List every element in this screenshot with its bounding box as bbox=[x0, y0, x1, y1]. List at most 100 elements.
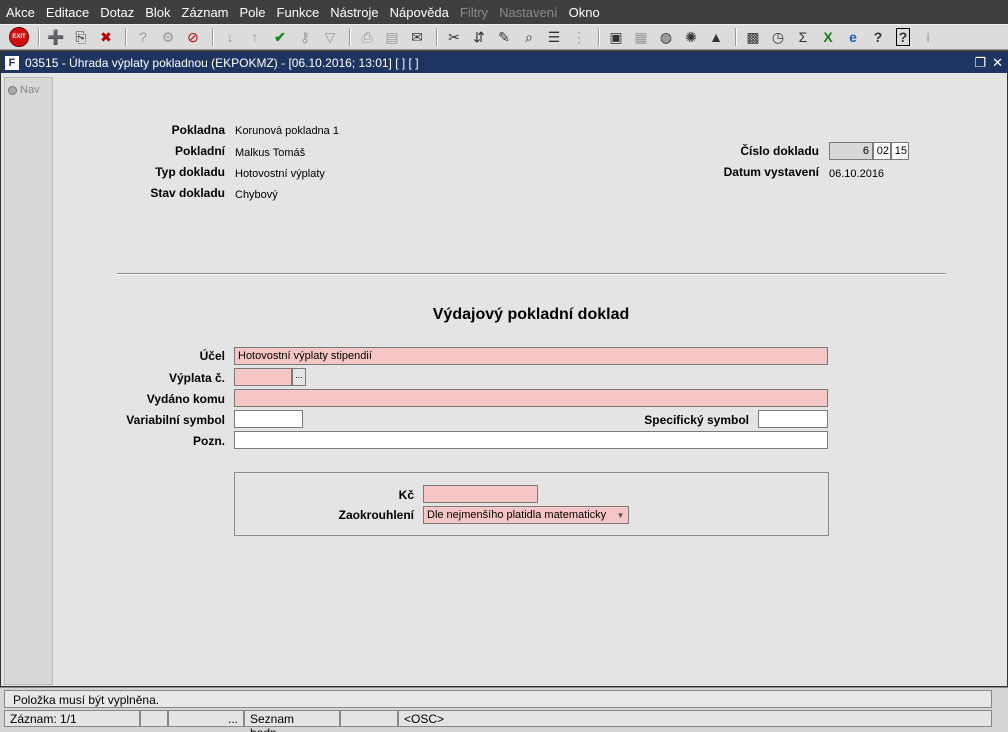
save-button[interactable]: ✔ bbox=[269, 27, 291, 47]
mail-button[interactable]: ✉ bbox=[406, 27, 428, 47]
menu-akce[interactable]: Akce bbox=[6, 5, 35, 20]
find-icon: ⌕ bbox=[525, 28, 533, 45]
cut-button[interactable]: ✂ bbox=[443, 27, 465, 47]
nav-tab[interactable]: Nav bbox=[5, 78, 52, 96]
menu-nastroje[interactable]: Nástroje bbox=[330, 5, 378, 20]
ie-button[interactable]: e bbox=[842, 27, 864, 47]
chevron-down-icon: ▼ bbox=[616, 511, 625, 520]
toolbar-separator bbox=[125, 28, 127, 46]
help-button[interactable]: ? bbox=[867, 27, 889, 47]
status-row: Záznam: 1/1 ... Seznam hodn... <OSC> bbox=[4, 710, 1004, 732]
menu-editace[interactable]: Editace bbox=[46, 5, 89, 20]
datum-vystaveni-value: 06.10.2016 bbox=[829, 168, 885, 180]
query-cancel-button[interactable]: ⊘ bbox=[182, 27, 204, 47]
sum-icon: Σ bbox=[798, 29, 808, 45]
kc-field[interactable] bbox=[423, 485, 538, 503]
sum-button[interactable]: Σ bbox=[792, 27, 814, 47]
menu-okno[interactable]: Okno bbox=[569, 5, 600, 20]
edit-button[interactable]: ✎ bbox=[493, 27, 515, 47]
add-record-button[interactable]: ➕ bbox=[45, 27, 67, 47]
query-icon: ? bbox=[139, 29, 147, 45]
menu-pole[interactable]: Pole bbox=[240, 5, 266, 20]
menu-funkce[interactable]: Funkce bbox=[277, 5, 320, 20]
clock-button[interactable]: ◷ bbox=[767, 27, 789, 47]
app-icon: F bbox=[5, 55, 19, 70]
query-button[interactable]: ? bbox=[132, 27, 154, 47]
vydano-komu-field[interactable] bbox=[234, 389, 828, 407]
copy-record-button[interactable]: ⎘ bbox=[70, 27, 92, 47]
sort-desc-button[interactable]: ↑ bbox=[244, 27, 266, 47]
vyplata-label: Výplata č. bbox=[168, 371, 225, 385]
toolbar-separator bbox=[735, 28, 737, 46]
whats-this-button[interactable]: ? bbox=[892, 27, 914, 47]
ucel-field[interactable]: Hotovostní výplaty stipendií bbox=[234, 347, 828, 365]
close-icon[interactable]: ✕ bbox=[992, 55, 1003, 71]
list-button[interactable]: ☰ bbox=[543, 27, 565, 47]
save-check-icon: ✔ bbox=[274, 28, 286, 45]
pokladni-value: Malkus Tomáš bbox=[235, 147, 306, 159]
vyplata-lov-button[interactable]: ... bbox=[292, 368, 306, 386]
list-icon: ☰ bbox=[547, 28, 561, 45]
print-setup-button[interactable]: ▤ bbox=[381, 27, 403, 47]
report-icon: ▩ bbox=[746, 28, 760, 45]
menu-zaznam[interactable]: Záznam bbox=[182, 5, 229, 20]
menu-napoveda[interactable]: Nápověda bbox=[390, 5, 449, 20]
toolbar-separator bbox=[598, 28, 600, 46]
menu-nastaveni[interactable]: Nastavení bbox=[499, 5, 558, 20]
amount-box bbox=[234, 472, 829, 536]
info-button[interactable]: i bbox=[917, 27, 939, 47]
calc-button[interactable]: ▦ bbox=[630, 27, 652, 47]
cut-icon: ✂ bbox=[448, 28, 460, 45]
paste-button[interactable]: ⇵ bbox=[468, 27, 490, 47]
status-message: Položka musí být vyplněna. bbox=[4, 690, 992, 708]
vyplata-field[interactable] bbox=[234, 368, 292, 386]
delete-record-button[interactable]: ✖ bbox=[95, 27, 117, 47]
sort-asc-button[interactable]: ↓ bbox=[219, 27, 241, 47]
tree-button[interactable]: ⋮ bbox=[568, 27, 590, 47]
excel-button[interactable]: X bbox=[817, 27, 839, 47]
restore-icon[interactable]: ❐ bbox=[974, 55, 986, 71]
doc-button[interactable]: ▣ bbox=[605, 27, 627, 47]
status-bar: Položka musí být vyplněna. Záznam: 1/1 .… bbox=[0, 687, 1008, 732]
cislo-dokladu-part3[interactable]: 15 bbox=[891, 142, 909, 160]
poznamka-field[interactable] bbox=[234, 431, 828, 449]
pokladna-label: Pokladna bbox=[171, 123, 225, 137]
mail-icon: ✉ bbox=[411, 28, 423, 45]
window-title: 03515 - Úhrada výplaty pokladnou (EKPOKM… bbox=[25, 55, 419, 70]
sort-asc-icon: ↓ bbox=[226, 29, 234, 45]
menu-dotaz[interactable]: Dotaz bbox=[100, 5, 134, 20]
menu-bar: Akce Editace Dotaz Blok Záznam Pole Funkce Nást… bbox=[0, 0, 1008, 24]
zaokrouhleni-select[interactable]: Dle nejmenšího platidla matematicky ▼ bbox=[423, 506, 629, 524]
cislo-dokladu-part2[interactable]: 02 bbox=[873, 142, 891, 160]
specificky-symbol-field[interactable] bbox=[758, 410, 828, 428]
print-button[interactable]: ⎙ bbox=[356, 27, 378, 47]
whats-this-icon: ? bbox=[895, 28, 911, 46]
tools-button[interactable]: ✺ bbox=[680, 27, 702, 47]
chart-button[interactable]: ▲ bbox=[705, 27, 727, 47]
mode-indicator: <OSC> bbox=[398, 710, 992, 727]
query-execute-button[interactable]: ⚙ bbox=[157, 27, 179, 47]
add-record-icon: ➕ bbox=[47, 28, 65, 45]
query-execute-icon: ⚙ bbox=[161, 28, 175, 45]
globe-button[interactable]: ◍ bbox=[655, 27, 677, 47]
kc-label: Kč bbox=[398, 488, 414, 502]
delete-record-icon: ✖ bbox=[100, 28, 112, 45]
lov-indicator: Seznam hodn... bbox=[244, 710, 340, 732]
status-dots: ... bbox=[168, 710, 244, 727]
report-button[interactable]: ▩ bbox=[742, 27, 764, 47]
cislo-dokladu-label: Číslo dokladu bbox=[740, 144, 819, 158]
stav-dokladu-label: Stav dokladu bbox=[150, 186, 225, 200]
menu-blok[interactable]: Blok bbox=[145, 5, 170, 20]
key-button[interactable]: ⚷ bbox=[294, 27, 316, 47]
vydano-komu-label: Vydáno komu bbox=[146, 392, 225, 406]
exit-button[interactable]: EXIT bbox=[8, 27, 30, 47]
filter-button[interactable]: ▽ bbox=[319, 27, 341, 47]
menu-filtry[interactable]: Filtry bbox=[460, 5, 488, 20]
status-cell-empty bbox=[140, 710, 168, 727]
find-button[interactable]: ⌕ bbox=[518, 27, 540, 47]
ucel-label: Účel bbox=[199, 349, 225, 363]
status-cell-empty bbox=[340, 710, 398, 727]
toolbar-separator bbox=[436, 28, 438, 46]
variabilni-symbol-field[interactable] bbox=[234, 410, 303, 428]
pokladni-label: Pokladní bbox=[174, 144, 225, 158]
